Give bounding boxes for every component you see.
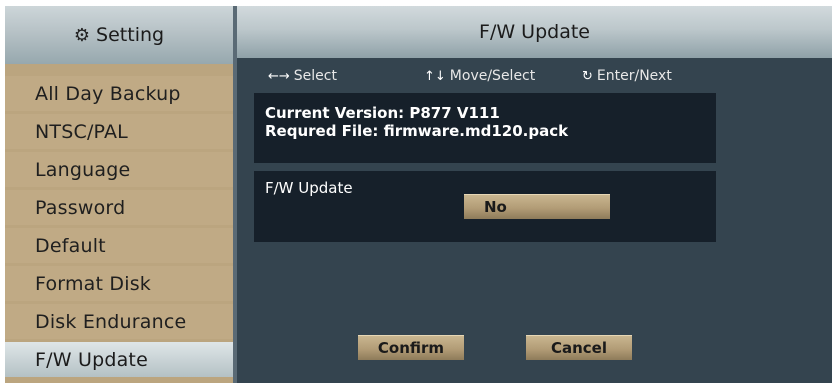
sidebar-item-password[interactable]: Password bbox=[5, 190, 233, 225]
sidebar-item-label: Default bbox=[35, 234, 106, 257]
required-file: Requred File: firmware.md120.pack bbox=[265, 122, 569, 140]
sidebar-item-label: Language bbox=[35, 158, 131, 181]
left-right-arrows-icon: ←→ bbox=[268, 69, 290, 84]
hint-move-select-text: Move/Select bbox=[449, 68, 536, 84]
hint-move-select: ↑↓ Move/Select bbox=[424, 68, 535, 84]
up-down-arrows-icon: ↑↓ bbox=[424, 69, 446, 84]
page-title: F/W Update bbox=[237, 6, 832, 58]
sidebar-item-disk-endurance[interactable]: Disk Endurance bbox=[5, 304, 233, 339]
sidebar-item-language[interactable]: Language bbox=[5, 152, 233, 187]
sidebar-item-fw-update[interactable]: F/W Update bbox=[5, 342, 233, 377]
sidebar-item-label: All Day Backup bbox=[35, 82, 181, 105]
sidebar-item-label: Password bbox=[35, 196, 126, 219]
sidebar-item-label: NTSC/PAL bbox=[35, 120, 128, 143]
sidebar-item-all-day-backup[interactable]: All Day Backup bbox=[5, 76, 233, 111]
fw-update-label: F/W Update bbox=[265, 179, 353, 197]
sidebar-item-format-disk[interactable]: Format Disk bbox=[5, 266, 233, 301]
sidebar-item-default[interactable]: Default bbox=[5, 228, 233, 263]
enter-icon: ↻ bbox=[582, 69, 593, 84]
hint-enter-next: ↻ Enter/Next bbox=[582, 68, 672, 84]
hint-select-text: Select bbox=[293, 68, 337, 84]
hint-select: ←→ Select bbox=[268, 68, 337, 84]
confirm-button-label: Confirm bbox=[377, 339, 445, 357]
fw-update-select-value: No bbox=[484, 198, 507, 216]
sidebar: ⚙ Setting All Day Backup NTSC/PAL Langua… bbox=[5, 6, 233, 383]
cancel-button-label: Cancel bbox=[550, 339, 607, 357]
cancel-button[interactable]: Cancel bbox=[526, 335, 632, 360]
confirm-button[interactable]: Confirm bbox=[358, 335, 464, 360]
current-version: Current Version: P877 V111 bbox=[265, 104, 500, 122]
sidebar-item-label: Disk Endurance bbox=[35, 310, 187, 333]
sidebar-item-label: F/W Update bbox=[35, 348, 148, 371]
hint-enter-next-text: Enter/Next bbox=[596, 68, 672, 84]
sidebar-header: ⚙ Setting bbox=[5, 6, 233, 64]
sidebar-title: Setting bbox=[96, 24, 165, 46]
gear-icon: ⚙ bbox=[73, 24, 91, 46]
page-title-text: F/W Update bbox=[479, 21, 590, 43]
sidebar-item-label: Format Disk bbox=[35, 272, 152, 295]
fw-update-select[interactable]: No bbox=[464, 194, 610, 219]
sidebar-item-ntsc-pal[interactable]: NTSC/PAL bbox=[5, 114, 233, 149]
